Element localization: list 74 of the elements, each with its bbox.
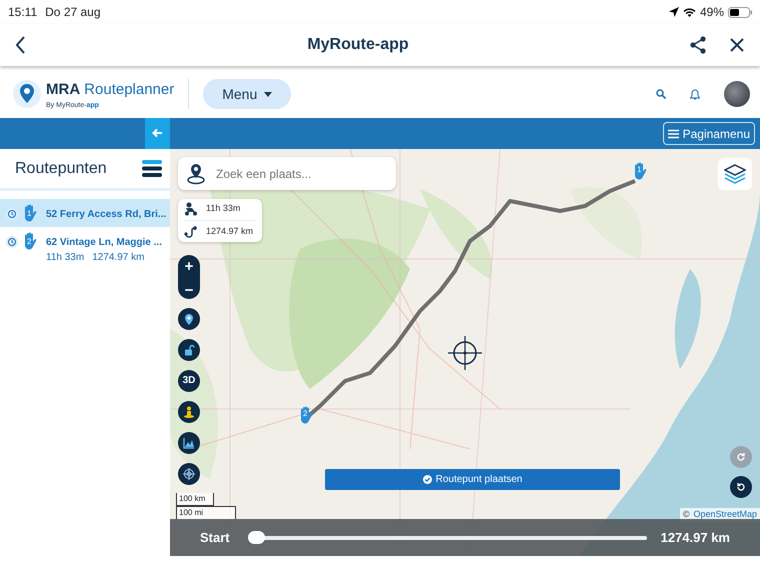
battery-icon: [728, 6, 752, 18]
chart-icon: [183, 437, 195, 449]
unlock-icon: [183, 344, 195, 356]
route-slider[interactable]: [248, 531, 647, 544]
hand-icon: [22, 231, 38, 251]
route-point-address: 52 Ferry Access Rd, Bri...: [46, 208, 166, 222]
layers-icon: [724, 164, 746, 184]
notifications-button[interactable]: [690, 88, 700, 100]
undo-icon: [736, 482, 746, 492]
zoom-in-button[interactable]: +: [178, 256, 200, 278]
target-icon: [183, 468, 195, 480]
menu-button[interactable]: [142, 160, 162, 177]
collapse-sidebar-button[interactable]: [145, 118, 170, 149]
bell-icon: [690, 88, 700, 100]
status-date: Do 27 aug: [45, 4, 101, 21]
place-route-point-button[interactable]: Routepunt plaatsen: [325, 469, 620, 490]
logo-icon: [12, 79, 42, 109]
search-input[interactable]: Zoek een plaats...: [214, 164, 384, 184]
copyright-symbol: ©: [682, 508, 690, 521]
layers-button[interactable]: [718, 158, 752, 190]
search-icon: [656, 89, 666, 99]
marker-number: 1: [27, 210, 32, 218]
share-icon: [690, 36, 706, 54]
redo-icon: [736, 452, 746, 462]
hand-icon: [298, 404, 314, 425]
hand-icon: [22, 203, 38, 223]
route-duration: 11h 33m: [206, 202, 240, 216]
menu-button[interactable]: Menu: [203, 79, 292, 109]
rider-icon: [184, 202, 198, 216]
add-location-icon: [183, 313, 195, 325]
route-distance: 1274.97 km: [92, 251, 144, 265]
route-point-item[interactable]: 2 62 Vintage Ln, Maggie ... 11h 33m 1274.97 km: [0, 227, 170, 269]
scale-bar: 100 km: [176, 493, 214, 506]
route-point-address: 62 Vintage Ln, Maggie ...: [46, 236, 162, 250]
marker-number: 2: [27, 238, 32, 246]
menu-icon: [668, 128, 679, 138]
brand-subtitle: Routeplanner: [84, 80, 174, 100]
person-icon: [183, 406, 195, 418]
status-time: 15:11: [8, 4, 38, 21]
battery-percent: 49%: [700, 4, 724, 21]
window-title: MyRoute-app: [307, 35, 409, 55]
close-button[interactable]: [730, 38, 744, 52]
location-pin-icon: [186, 162, 206, 184]
clock-icon[interactable]: [6, 236, 18, 248]
hand-icon: [632, 160, 648, 181]
close-icon: [730, 38, 744, 52]
route-icon: [184, 225, 198, 239]
slider-thumb[interactable]: [248, 531, 265, 544]
attribution-link[interactable]: OpenStreetMap: [693, 508, 757, 522]
page-menu-button[interactable]: Paginamenu: [662, 122, 755, 145]
route-duration: 11h 33m: [46, 251, 84, 265]
zoom-out-button[interactable]: −: [178, 280, 200, 299]
crosshair-icon: [448, 336, 482, 370]
slider-start-label: Start: [200, 528, 230, 547]
check-circle-icon: [422, 475, 432, 484]
search-button[interactable]: [656, 89, 666, 99]
arrow-left-icon: [152, 128, 163, 138]
location-icon: [668, 7, 679, 17]
clock-icon[interactable]: [6, 208, 18, 220]
menu-icon: [142, 160, 162, 177]
avatar[interactable]: [724, 81, 750, 107]
chevron-left-icon: [16, 36, 26, 54]
back-button[interactable]: [16, 36, 26, 54]
sidebar-title: Routepunten: [15, 158, 107, 178]
search-field[interactable]: Zoek een plaats...: [178, 157, 396, 190]
marker-number: 2: [303, 410, 308, 418]
marker-number: 1: [637, 166, 642, 174]
share-button[interactable]: [690, 36, 706, 54]
slider-end-label: 1274.97 km: [660, 528, 730, 547]
wifi-icon: [682, 7, 696, 17]
route-distance: 1274.97 km: [206, 225, 254, 238]
route-point-item[interactable]: 1 52 Ferry Access Rd, Bri...: [0, 199, 170, 227]
brand-name: MRA: [46, 80, 80, 100]
scale-bar: 100 mi: [176, 506, 236, 519]
